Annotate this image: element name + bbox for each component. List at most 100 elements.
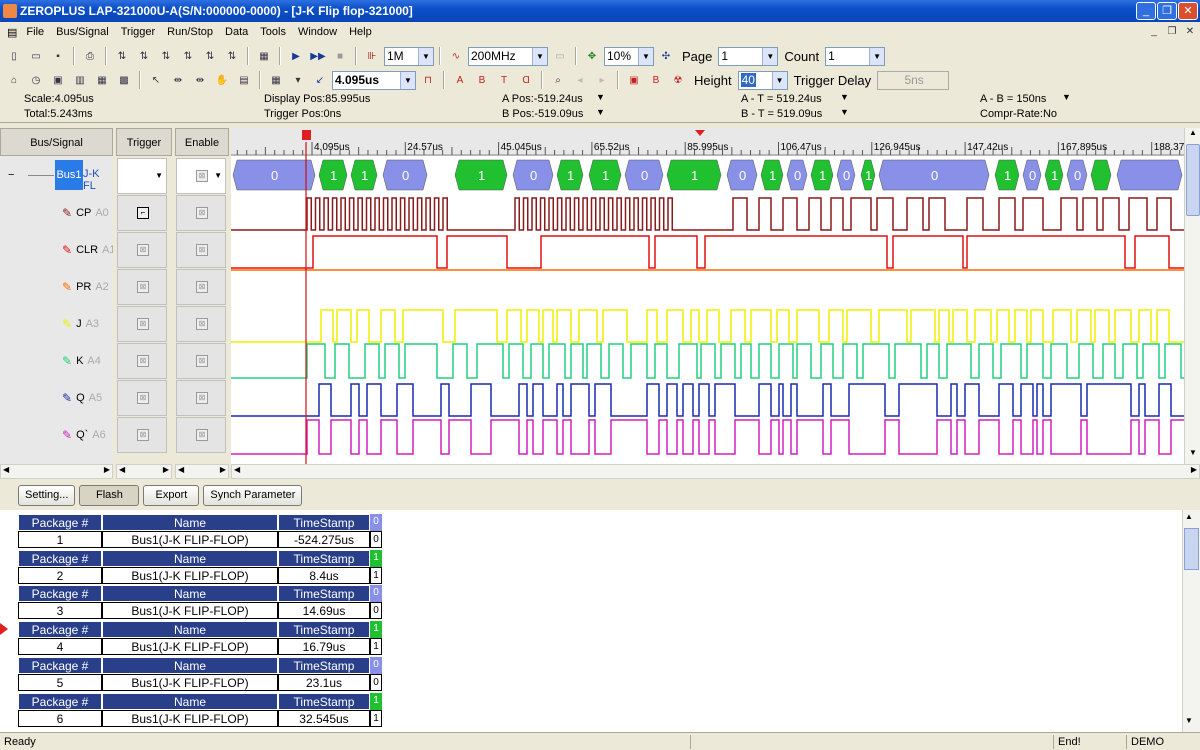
- scroll-down-icon[interactable]: ▼: [1186, 448, 1200, 462]
- trigger-cell[interactable]: ⊠: [117, 269, 167, 305]
- enable-header[interactable]: Enable: [175, 128, 229, 156]
- run-icon[interactable]: ▶: [286, 46, 306, 66]
- trigger-cell[interactable]: ⊠: [117, 380, 167, 416]
- display-icon[interactable]: ▦: [266, 70, 286, 90]
- trigger-cell[interactable]: ⊠: [117, 343, 167, 379]
- synch-parameter-button[interactable]: Synch Parameter: [203, 484, 303, 506]
- search-icon[interactable]: ⌕: [548, 70, 568, 90]
- menu-tools[interactable]: Tools: [254, 26, 292, 38]
- clock-icon[interactable]: ◷: [26, 70, 46, 90]
- trigger-setup-icon[interactable]: ⇅: [112, 46, 132, 66]
- print-icon[interactable]: ⎙: [80, 46, 100, 66]
- menu-data[interactable]: Data: [219, 26, 254, 38]
- package-entry[interactable]: Package # Name TimeStamp 0 5 Bus1(J-K FLIP-FL…: [18, 656, 382, 691]
- bus-setup-icon[interactable]: ⇅: [134, 46, 154, 66]
- bus-row[interactable]: − Bus1 J-K FL: [0, 156, 113, 194]
- pointer-icon[interactable]: ↖: [146, 70, 166, 90]
- memory-select[interactable]: 1M ▼: [384, 46, 434, 66]
- bus-name[interactable]: Bus1: [55, 160, 83, 190]
- prev-icon[interactable]: ◂: [570, 70, 590, 90]
- signal-row[interactable]: ✎ CLR A1: [0, 231, 116, 268]
- waveform-canvas[interactable]: 4.095us 24.57us 45.045us 65.52us 85.995us 106…: [231, 128, 1184, 464]
- vertical-scrollbar[interactable]: ▲ ▼: [1184, 128, 1200, 464]
- stop-icon[interactable]: ■: [330, 46, 350, 66]
- minimize-icon[interactable]: _: [1136, 2, 1156, 20]
- external-clock-icon[interactable]: ▭: [550, 46, 570, 66]
- setting-button[interactable]: Setting...: [18, 484, 76, 506]
- flash-button[interactable]: Flash: [79, 484, 140, 506]
- a-pos-dropdown-icon[interactable]: ▼: [596, 92, 605, 102]
- enable-cell[interactable]: ⊠: [176, 417, 226, 453]
- memory-icon[interactable]: ⊪: [362, 46, 382, 66]
- save-icon[interactable]: ▪: [48, 46, 68, 66]
- trigger-header[interactable]: Trigger: [116, 128, 172, 156]
- grid-icon[interactable]: ▦: [92, 70, 112, 90]
- time-select[interactable]: 4.095us ▼: [332, 70, 416, 90]
- enable-cell[interactable]: ⊠: [176, 232, 226, 268]
- page-select[interactable]: 1 ▼: [718, 46, 779, 66]
- goto-time-icon[interactable]: ↙: [310, 70, 330, 90]
- package-entry[interactable]: Package # Name TimeStamp 0 1 Bus1(J-K FLIP-FL…: [18, 514, 382, 548]
- enable-cell[interactable]: ⊠: [176, 195, 226, 231]
- new-icon[interactable]: ▯: [4, 46, 24, 66]
- frequency-icon[interactable]: ∿: [446, 46, 466, 66]
- calc-icon[interactable]: ▣: [624, 70, 644, 90]
- trigger-cell[interactable]: ▼: [117, 158, 167, 194]
- export-button[interactable]: Export: [143, 484, 200, 506]
- package-entry[interactable]: Package # Name TimeStamp 1 4 Bus1(J-K FLIP-FL…: [0, 621, 382, 656]
- mdi-minimize-icon[interactable]: _: [1146, 24, 1162, 40]
- signal-row[interactable]: ✎ K A4: [0, 342, 113, 379]
- enable-hscroll[interactable]: ◀ ▶: [175, 464, 229, 479]
- enable-cell[interactable]: ⊠: [176, 306, 226, 342]
- signal-setup-icon[interactable]: ⇅: [156, 46, 176, 66]
- b-pos-dropdown-icon[interactable]: ▼: [596, 107, 605, 117]
- chevron-down-icon[interactable]: ▼: [214, 171, 222, 180]
- menu-help[interactable]: Help: [343, 26, 378, 38]
- signal-row[interactable]: ✎ Q A5: [0, 379, 113, 416]
- waveform-area[interactable]: 4.095us 24.57us 45.045us 65.52us 85.995us 106…: [231, 128, 1184, 464]
- hardware-icon[interactable]: ▦: [254, 46, 274, 66]
- hand-icon[interactable]: ✋: [212, 70, 232, 90]
- bus-icon[interactable]: B: [646, 70, 666, 90]
- ratio-icon[interactable]: ✥: [582, 46, 602, 66]
- maximize-icon[interactable]: ❐: [1157, 2, 1177, 20]
- trigger-cell[interactable]: ⌐: [117, 195, 167, 231]
- packet-scrollbar[interactable]: ▲ ▼: [1182, 510, 1200, 732]
- signal-row[interactable]: ✎ PR A2: [0, 268, 113, 305]
- pin-setup-icon[interactable]: ⇅: [200, 46, 220, 66]
- enable-cell[interactable]: ⊠: [176, 269, 226, 305]
- filter-icon[interactable]: ▣: [48, 70, 68, 90]
- goto-a-icon[interactable]: A: [450, 70, 470, 90]
- open-icon[interactable]: ▭: [26, 46, 46, 66]
- signal-hscroll[interactable]: ◀ ▶: [0, 464, 113, 479]
- search-pattern-icon[interactable]: ⊓: [418, 70, 438, 90]
- run-repeat-icon[interactable]: ▶▶: [308, 46, 328, 66]
- close-icon[interactable]: ✕: [1178, 2, 1198, 20]
- radiation-icon[interactable]: ☢: [668, 70, 688, 90]
- trigger-cell[interactable]: ⊠: [117, 232, 167, 268]
- package-entry[interactable]: Package # Name TimeStamp 1 2 Bus1(J-K FLIP-FL…: [18, 549, 382, 584]
- b-t-dropdown-icon[interactable]: ▼: [840, 107, 849, 117]
- mdi-close-icon[interactable]: ✕: [1182, 24, 1198, 40]
- signal-row[interactable]: ✎ CP A0: [0, 194, 113, 231]
- zoom-grid-icon[interactable]: ▩: [114, 70, 134, 90]
- scroll-down-icon[interactable]: ▼: [1185, 716, 1193, 725]
- a-t-dropdown-icon[interactable]: ▼: [840, 92, 849, 102]
- channel-setup-icon[interactable]: ⇅: [178, 46, 198, 66]
- trigger-hscroll[interactable]: ◀ ▶: [116, 464, 172, 479]
- package-entry[interactable]: Package # Name TimeStamp 0 3 Bus1(J-K FLIP-FL…: [18, 585, 382, 620]
- trigger-delay-field[interactable]: 5ns: [877, 70, 950, 90]
- menu-trigger[interactable]: Trigger: [115, 26, 161, 38]
- state-list-icon[interactable]: ▥: [70, 70, 90, 90]
- sample-rate-select[interactable]: 200MHz ▼: [468, 46, 548, 66]
- enable-cell[interactable]: ▼ ⊠: [176, 158, 226, 194]
- vertical-scroll-thumb[interactable]: [1186, 144, 1200, 216]
- trigger-cell[interactable]: ⊠: [117, 417, 167, 453]
- mdi-icon[interactable]: ▤: [4, 26, 20, 39]
- goto-bar-icon[interactable]: Ɑ: [516, 70, 536, 90]
- cursor-b-icon[interactable]: ⇹: [190, 70, 210, 90]
- enable-cell[interactable]: ⊠: [176, 343, 226, 379]
- dropdown-small-icon[interactable]: ▾: [288, 70, 308, 90]
- trigger-ratio-select[interactable]: 10% ▼: [604, 46, 654, 66]
- menu-window[interactable]: Window: [292, 26, 343, 38]
